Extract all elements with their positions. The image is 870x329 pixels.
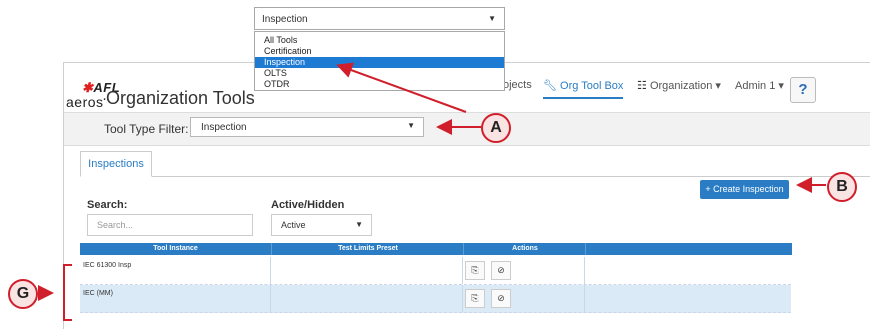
callout-g: G xyxy=(8,279,38,309)
callout-b: B xyxy=(827,172,857,202)
arrow-a-to-option xyxy=(336,62,467,113)
annotation-overlay xyxy=(38,62,826,321)
callout-a: A xyxy=(481,113,511,143)
bracket-g xyxy=(63,264,72,321)
